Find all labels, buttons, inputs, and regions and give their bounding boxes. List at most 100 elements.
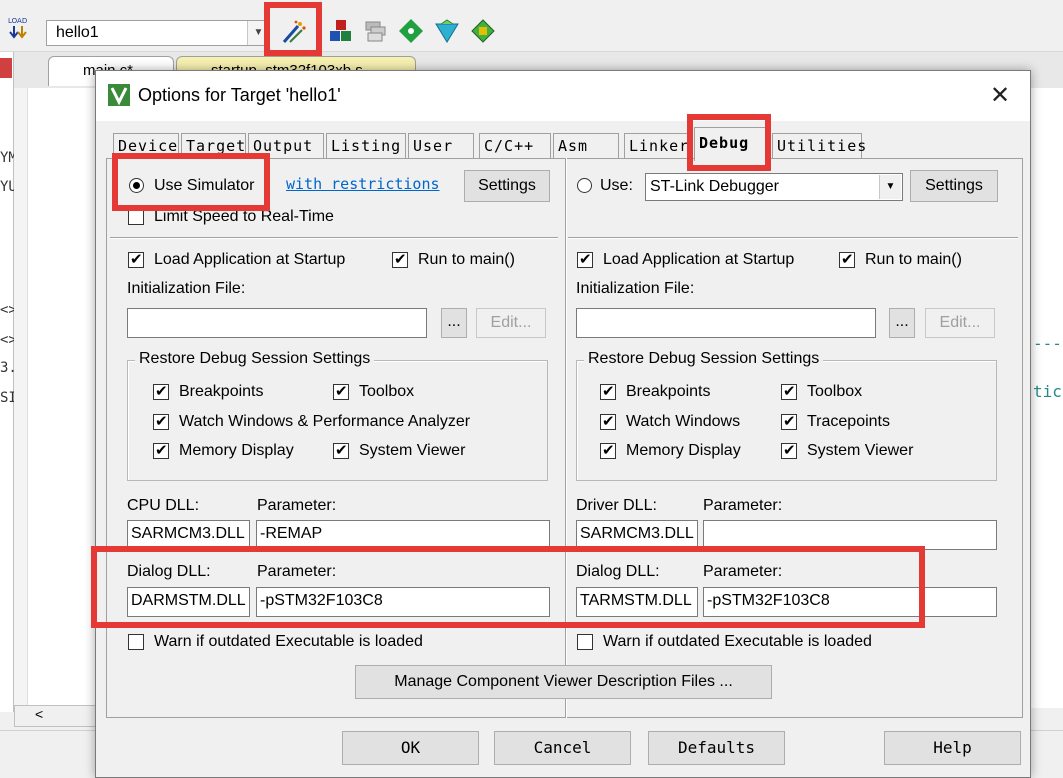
tab-utilities[interactable]: Utilities — [772, 133, 866, 159]
dialog-parameter-input[interactable]: -pSTM32F103C8 — [703, 587, 997, 617]
init-file-label: Initialization File: — [127, 280, 246, 297]
browse-init-file-button[interactable]: ... — [441, 308, 467, 338]
load-icon[interactable]: LOAD — [6, 14, 32, 40]
load-app-label: Load Application at Startup — [603, 251, 795, 268]
tracepoints-label: Tracepoints — [807, 413, 890, 430]
tab-label: C/C++ — [484, 137, 535, 155]
breakpoints-checkbox[interactable] — [153, 382, 169, 400]
tab-label: Utilities — [777, 137, 868, 155]
defaults-button[interactable]: Defaults — [648, 731, 785, 765]
driver-parameter-input[interactable] — [703, 520, 997, 550]
run-to-main-label: Run to main() — [865, 251, 962, 268]
dialog-dll-input[interactable]: DARMSTM.DLL — [127, 587, 250, 617]
watch-windows-checkbox[interactable] — [153, 412, 169, 430]
browse-init-file-button[interactable]: ... — [889, 308, 915, 338]
separator — [110, 237, 558, 239]
breakpoints-checkbox[interactable] — [600, 382, 616, 400]
manage-component-viewer-button[interactable]: Manage Component Viewer Description File… — [355, 665, 772, 699]
cpu-dll-input[interactable]: SARMCM3.DLL — [127, 520, 250, 550]
simulator-settings-button[interactable]: Settings — [464, 170, 550, 202]
breakpoints-label: Breakpoints — [626, 383, 711, 400]
edit-init-file-button[interactable]: Edit... — [476, 308, 546, 338]
project-panel: YM YU <> <> 3. SI: — [0, 52, 25, 712]
tab-output[interactable]: Output — [248, 133, 324, 159]
dialog-parameter-input[interactable]: -pSTM32F103C8 — [256, 587, 550, 617]
toolbox-checkbox[interactable] — [333, 382, 349, 400]
warn-outdated-checkbox[interactable] — [577, 634, 593, 650]
system-viewer-checkbox[interactable] — [781, 441, 797, 459]
init-file-input[interactable] — [576, 308, 876, 338]
cpu-parameter-input[interactable]: -REMAP — [256, 520, 550, 550]
chevron-down-icon[interactable]: ▼ — [247, 21, 269, 45]
system-viewer-label: System Viewer — [359, 442, 466, 459]
load-app-checkbox[interactable] — [128, 250, 144, 268]
pack-installer-icon[interactable] — [434, 18, 462, 46]
debugger-settings-button[interactable]: Settings — [910, 170, 998, 202]
run-to-main-checkbox[interactable] — [839, 250, 855, 268]
use-simulator-radio[interactable] — [129, 178, 144, 193]
manage-project-items-icon[interactable] — [328, 18, 356, 46]
tab-c-cpp[interactable]: C/C++ — [479, 133, 551, 159]
cpu-dll-label: CPU DLL: — [127, 497, 200, 514]
load-app-label: Load Application at Startup — [154, 251, 346, 268]
dialog-dll-input[interactable]: TARMSTM.DLL — [576, 587, 698, 617]
edit-init-file-button[interactable]: Edit... — [925, 308, 995, 338]
system-viewer-checkbox[interactable] — [333, 441, 349, 459]
svg-text:LOAD: LOAD — [8, 17, 27, 25]
memory-display-label: Memory Display — [626, 442, 741, 459]
scroll-left-icon[interactable]: < — [35, 706, 43, 722]
dialog-dll-label: Dialog DLL: — [576, 563, 660, 580]
tab-label: Asm — [558, 137, 589, 155]
memory-display-checkbox[interactable] — [600, 441, 616, 459]
restore-settings-title: Restore Debug Session Settings — [584, 350, 824, 368]
watch-windows-label: Watch Windows & Performance Analyzer — [179, 413, 471, 430]
driver-parameter-label: Parameter: — [703, 497, 783, 514]
tab-label: Device — [118, 137, 179, 155]
button-label: ... — [895, 313, 909, 330]
debugger-select[interactable]: ST-Link Debugger ▼ — [645, 173, 903, 201]
target-select[interactable]: hello1 ▼ — [46, 20, 270, 46]
driver-dll-input[interactable]: SARMCM3.DLL — [576, 520, 698, 550]
button-label: Settings — [925, 177, 983, 194]
memory-display-checkbox[interactable] — [153, 441, 169, 459]
code-fragment: --- — [1033, 334, 1062, 353]
tab-linker[interactable]: Linker — [624, 133, 692, 159]
close-panel-icon[interactable] — [0, 58, 12, 78]
toolbox-label: Toolbox — [807, 383, 863, 400]
button-label: OK — [400, 738, 421, 757]
run-time-environment-icon[interactable] — [470, 18, 498, 46]
button-label: Cancel — [533, 738, 592, 757]
toolbox-checkbox[interactable] — [781, 382, 797, 400]
load-app-checkbox[interactable] — [577, 250, 593, 268]
watch-windows-checkbox[interactable] — [600, 412, 616, 430]
close-icon[interactable]: ✕ — [984, 81, 1016, 111]
cancel-button[interactable]: Cancel — [494, 731, 631, 765]
tab-asm[interactable]: Asm — [553, 133, 619, 159]
horizontal-scrollbar[interactable]: < — [14, 705, 98, 727]
tracepoints-checkbox[interactable] — [781, 412, 797, 430]
select-packs-icon[interactable] — [398, 18, 426, 46]
file-extensions-icon[interactable] — [363, 18, 391, 46]
dialog-title-bar[interactable]: Options for Target 'hello1' ✕ — [96, 71, 1030, 121]
with-restrictions-link[interactable]: with restrictions — [286, 175, 440, 193]
use-simulator-label: Use Simulator — [154, 177, 255, 194]
init-file-input[interactable] — [127, 308, 427, 338]
dialog-dll-label: Dialog DLL: — [127, 563, 211, 580]
options-for-target-icon[interactable] — [280, 18, 308, 46]
tab-user[interactable]: User — [408, 133, 474, 159]
tab-debug[interactable]: Debug — [694, 127, 770, 161]
tab-label: Linker — [629, 137, 690, 155]
tab-target[interactable]: Target — [181, 133, 246, 159]
warn-outdated-checkbox[interactable] — [128, 634, 144, 650]
warn-outdated-label: Warn if outdated Executable is loaded — [603, 633, 872, 650]
chevron-down-icon[interactable]: ▼ — [879, 175, 901, 199]
debugger-select-value: ST-Link Debugger — [650, 178, 779, 195]
help-button[interactable]: Help — [884, 731, 1021, 765]
run-to-main-checkbox[interactable] — [392, 250, 408, 268]
limit-speed-checkbox[interactable] — [128, 209, 144, 225]
tab-device[interactable]: Device — [113, 133, 179, 159]
ok-button[interactable]: OK — [342, 731, 479, 765]
use-debugger-radio[interactable] — [577, 178, 592, 193]
tab-listing[interactable]: Listing — [326, 133, 406, 159]
keil-logo-icon — [108, 84, 130, 106]
